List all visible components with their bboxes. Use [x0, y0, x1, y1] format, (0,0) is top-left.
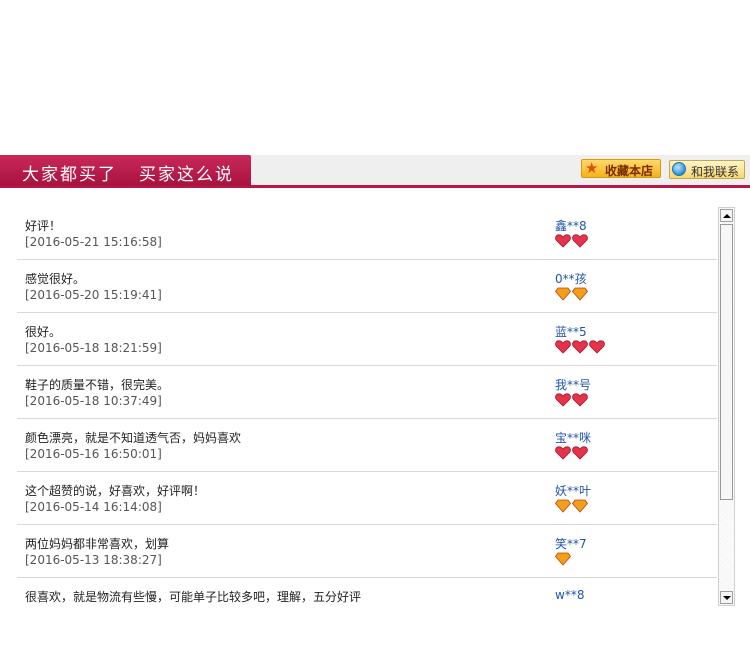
- review-row: 这个超赞的说，好喜欢，好评啊！ [2016-05-14 16:14:08] 妖**叶: [17, 472, 717, 525]
- reviewer-name-link[interactable]: 宝**咪: [555, 429, 591, 446]
- blank-top-area: [0, 0, 750, 155]
- review-text: 很好。: [25, 325, 62, 339]
- heart-icon: [572, 393, 588, 407]
- review-date: [2016-05-13 18:38:27]: [25, 553, 162, 567]
- tab-buyers-say[interactable]: 买家这么说: [139, 165, 234, 185]
- chat-icon: [672, 162, 686, 176]
- reviewer-credit-badges: [555, 499, 589, 513]
- tab-everyone-bought[interactable]: 大家都买了: [22, 165, 117, 185]
- arrow-up-icon: [723, 214, 731, 218]
- diamond-icon: [572, 499, 588, 513]
- reviewer-credit-badges: [555, 234, 589, 248]
- reviewer-name-link[interactable]: 鑫**8: [555, 217, 587, 234]
- review-date: [2016-05-20 15:19:41]: [25, 288, 162, 302]
- diamond-icon: [555, 287, 571, 301]
- reviewer-name-link[interactable]: 妖**叶: [555, 482, 591, 499]
- review-row: 很好。 [2016-05-18 18:21:59] 蓝**5: [17, 313, 717, 366]
- heart-icon: [555, 340, 571, 354]
- review-row: 很喜欢，就是物流有些慢，可能单子比较多吧，理解，五分好评 w**8: [17, 578, 717, 605]
- review-row: 感觉很好。 [2016-05-20 15:19:41] 0**孩: [17, 260, 717, 313]
- reviewer-name-link[interactable]: 笑**7: [555, 535, 587, 552]
- review-list-scrollbar[interactable]: [718, 207, 735, 606]
- diamond-icon: [572, 287, 588, 301]
- reviewer-credit-badges: [555, 393, 589, 407]
- review-row: 好评！ [2016-05-21 15:16:58] 鑫**8: [17, 207, 717, 260]
- review-text: 两位妈妈都非常喜欢，划算: [25, 537, 170, 551]
- review-row: 鞋子的质量不错，很完美。 [2016-05-18 10:37:49] 我**号: [17, 366, 717, 419]
- review-date: [2016-05-18 10:37:49]: [25, 394, 162, 408]
- reviewer-credit-badges: [555, 340, 606, 354]
- scroll-down-button[interactable]: [720, 591, 733, 604]
- contact-me-label: 和我联系: [691, 165, 740, 179]
- scroll-up-button[interactable]: [720, 209, 733, 222]
- scrollbar-thumb[interactable]: [720, 224, 733, 500]
- review-date: [2016-05-14 16:14:08]: [25, 500, 162, 514]
- review-date: [2016-05-21 15:16:58]: [25, 235, 162, 249]
- reviewer-credit-badges: [555, 446, 589, 460]
- diamond-icon: [555, 499, 571, 513]
- reviewer-name-link[interactable]: 蓝**5: [555, 323, 587, 340]
- review-text: 感觉很好。: [25, 272, 86, 286]
- review-row: 两位妈妈都非常喜欢，划算 [2016-05-13 18:38:27] 笑**7: [17, 525, 717, 578]
- heart-icon: [555, 234, 571, 248]
- heart-icon: [589, 340, 605, 354]
- favorite-store-button[interactable]: ★ 收藏本店: [581, 159, 661, 178]
- arrow-down-icon: [723, 596, 731, 600]
- star-icon: ★: [585, 159, 599, 177]
- reviewer-credit-badges: [555, 287, 589, 301]
- review-text: 很喜欢，就是物流有些慢，可能单子比较多吧，理解，五分好评: [25, 590, 362, 604]
- heart-icon: [572, 340, 588, 354]
- header-tab: 大家都买了 买家这么说: [0, 155, 251, 186]
- heart-icon: [555, 393, 571, 407]
- header-tab-title: 大家都买了 买家这么说: [22, 160, 234, 185]
- reviewer-name-link[interactable]: w**8: [555, 588, 584, 602]
- reviewer-credit-badges: [555, 552, 572, 566]
- review-list: 好评！ [2016-05-21 15:16:58] 鑫**8 感觉很好。 [2016-0…: [17, 207, 717, 605]
- heart-icon: [555, 446, 571, 460]
- reviewer-name-link[interactable]: 我**号: [555, 376, 591, 393]
- review-date: [2016-05-16 16:50:01]: [25, 447, 162, 461]
- review-text: 这个超赞的说，好喜欢，好评啊！: [25, 484, 206, 498]
- review-text: 鞋子的质量不错，很完美。: [25, 378, 170, 392]
- reviewer-name-link[interactable]: 0**孩: [555, 270, 587, 287]
- heart-icon: [572, 234, 588, 248]
- diamond-icon: [555, 552, 571, 566]
- favorite-store-label: 收藏本店: [605, 164, 654, 178]
- heart-icon: [572, 446, 588, 460]
- review-row: 颜色漂亮，就是不知道透气否，妈妈喜欢 [2016-05-16 16:50:01] 宝…: [17, 419, 717, 472]
- review-text: 颜色漂亮，就是不知道透气否，妈妈喜欢: [25, 431, 242, 445]
- contact-me-button[interactable]: 和我联系: [669, 160, 745, 179]
- review-date: [2016-05-18 18:21:59]: [25, 341, 162, 355]
- review-text: 好评！: [25, 219, 62, 233]
